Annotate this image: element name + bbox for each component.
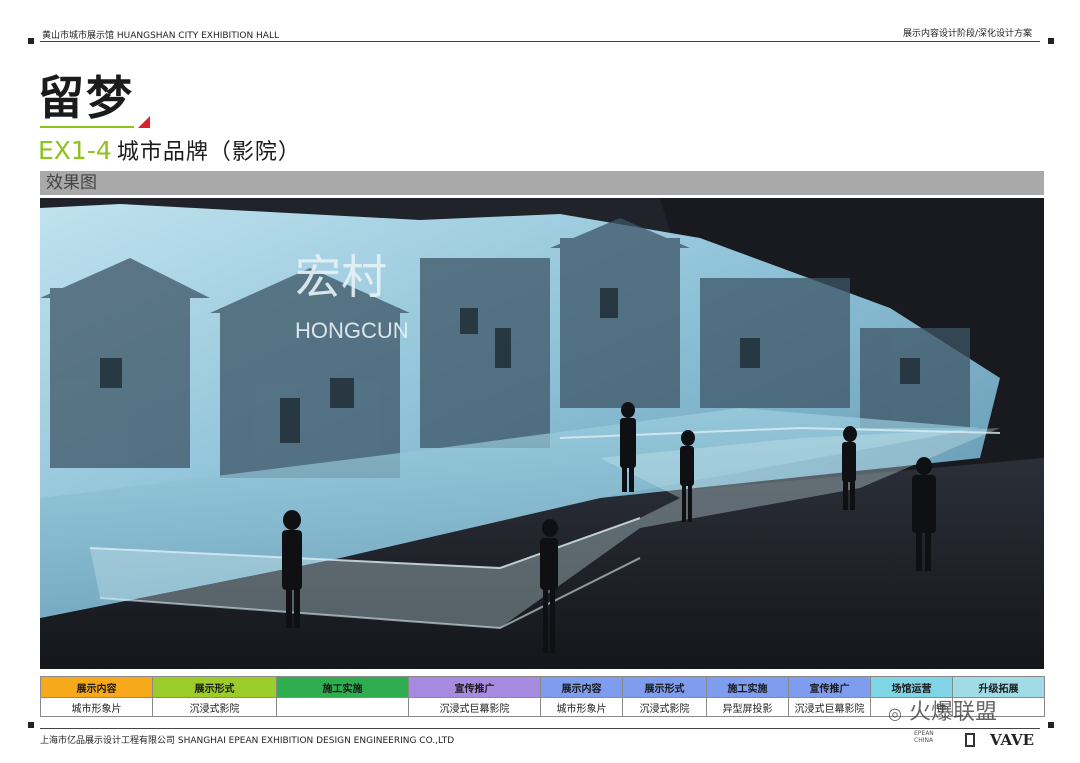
header-rule [40,41,1040,42]
table-cell: 沉浸式巨幕影院 [408,697,541,717]
corner-marker-bottom-right [1048,722,1054,728]
page-title: 留梦 [38,71,134,125]
table-header-cell: 宣传推广 [408,676,541,698]
cinema-rendering-illustration: 宏村 HONGCUN [40,198,1044,669]
vave-logo: VAVE [990,731,1035,749]
red-corner-accent-icon [138,116,150,128]
table-header-cell: 展示形式 [622,676,707,698]
table-cell: 沉浸式影院 [152,697,277,717]
table-cell: 城市形象片 [540,697,623,717]
rendering-image: 宏村 HONGCUN [40,198,1044,669]
table-header-cell: 展示内容 [40,676,153,698]
exhibit-heading: EX1-4 城市品牌（影院） [38,134,301,166]
table-cell: 城市形象片 [40,697,153,717]
table-cell [276,697,409,717]
table-cell: 沉浸式巨幕影院 [788,697,871,717]
overlay-chinese-caption: 宏村 [295,250,387,304]
table-header-cell: 宣传推广 [788,676,871,698]
watermark-text: 火爆联盟 [908,700,997,725]
header-right-title: 展示内容设计阶段/深化设计方案 [902,29,1032,39]
corner-marker-top-left [28,38,34,44]
footer-company: 上海市亿品展示设计工程有限公司 SHANGHAI EPEAN EXHIBITIO… [40,736,455,746]
exhibit-name: 城市品牌（影院） [116,140,301,165]
overlay-english-caption: HONGCUN [295,318,409,343]
table-cell: 沉浸式影院 [622,697,707,717]
table-header-cell: 展示形式 [152,676,277,698]
footer-rule [40,728,1040,729]
epean-logo: EPEAN CHINA [914,730,954,750]
divider-logo-icon [965,733,975,747]
epean-logo-text: EPEAN CHINA [914,730,934,744]
wechat-icon: ◎ [888,704,902,723]
section-subtitle: 效果图 [46,173,97,193]
title-underline [40,126,134,128]
corner-marker-bottom-left [28,722,34,728]
exhibit-code: EX1-4 [38,136,112,165]
header-left-title: 黄山市城市展示馆 HUANGSHAN CITY EXHIBITION HALL [42,31,279,41]
table-cell: 异型屏投影 [706,697,789,717]
table-header-cell: 施工实施 [706,676,789,698]
table-header-cell: 展示内容 [540,676,623,698]
corner-marker-top-right [1048,38,1054,44]
table-header-cell: 施工实施 [276,676,409,698]
watermark: ◎ 火爆联盟 [888,694,997,726]
section-bar: 效果图 [40,171,1044,195]
